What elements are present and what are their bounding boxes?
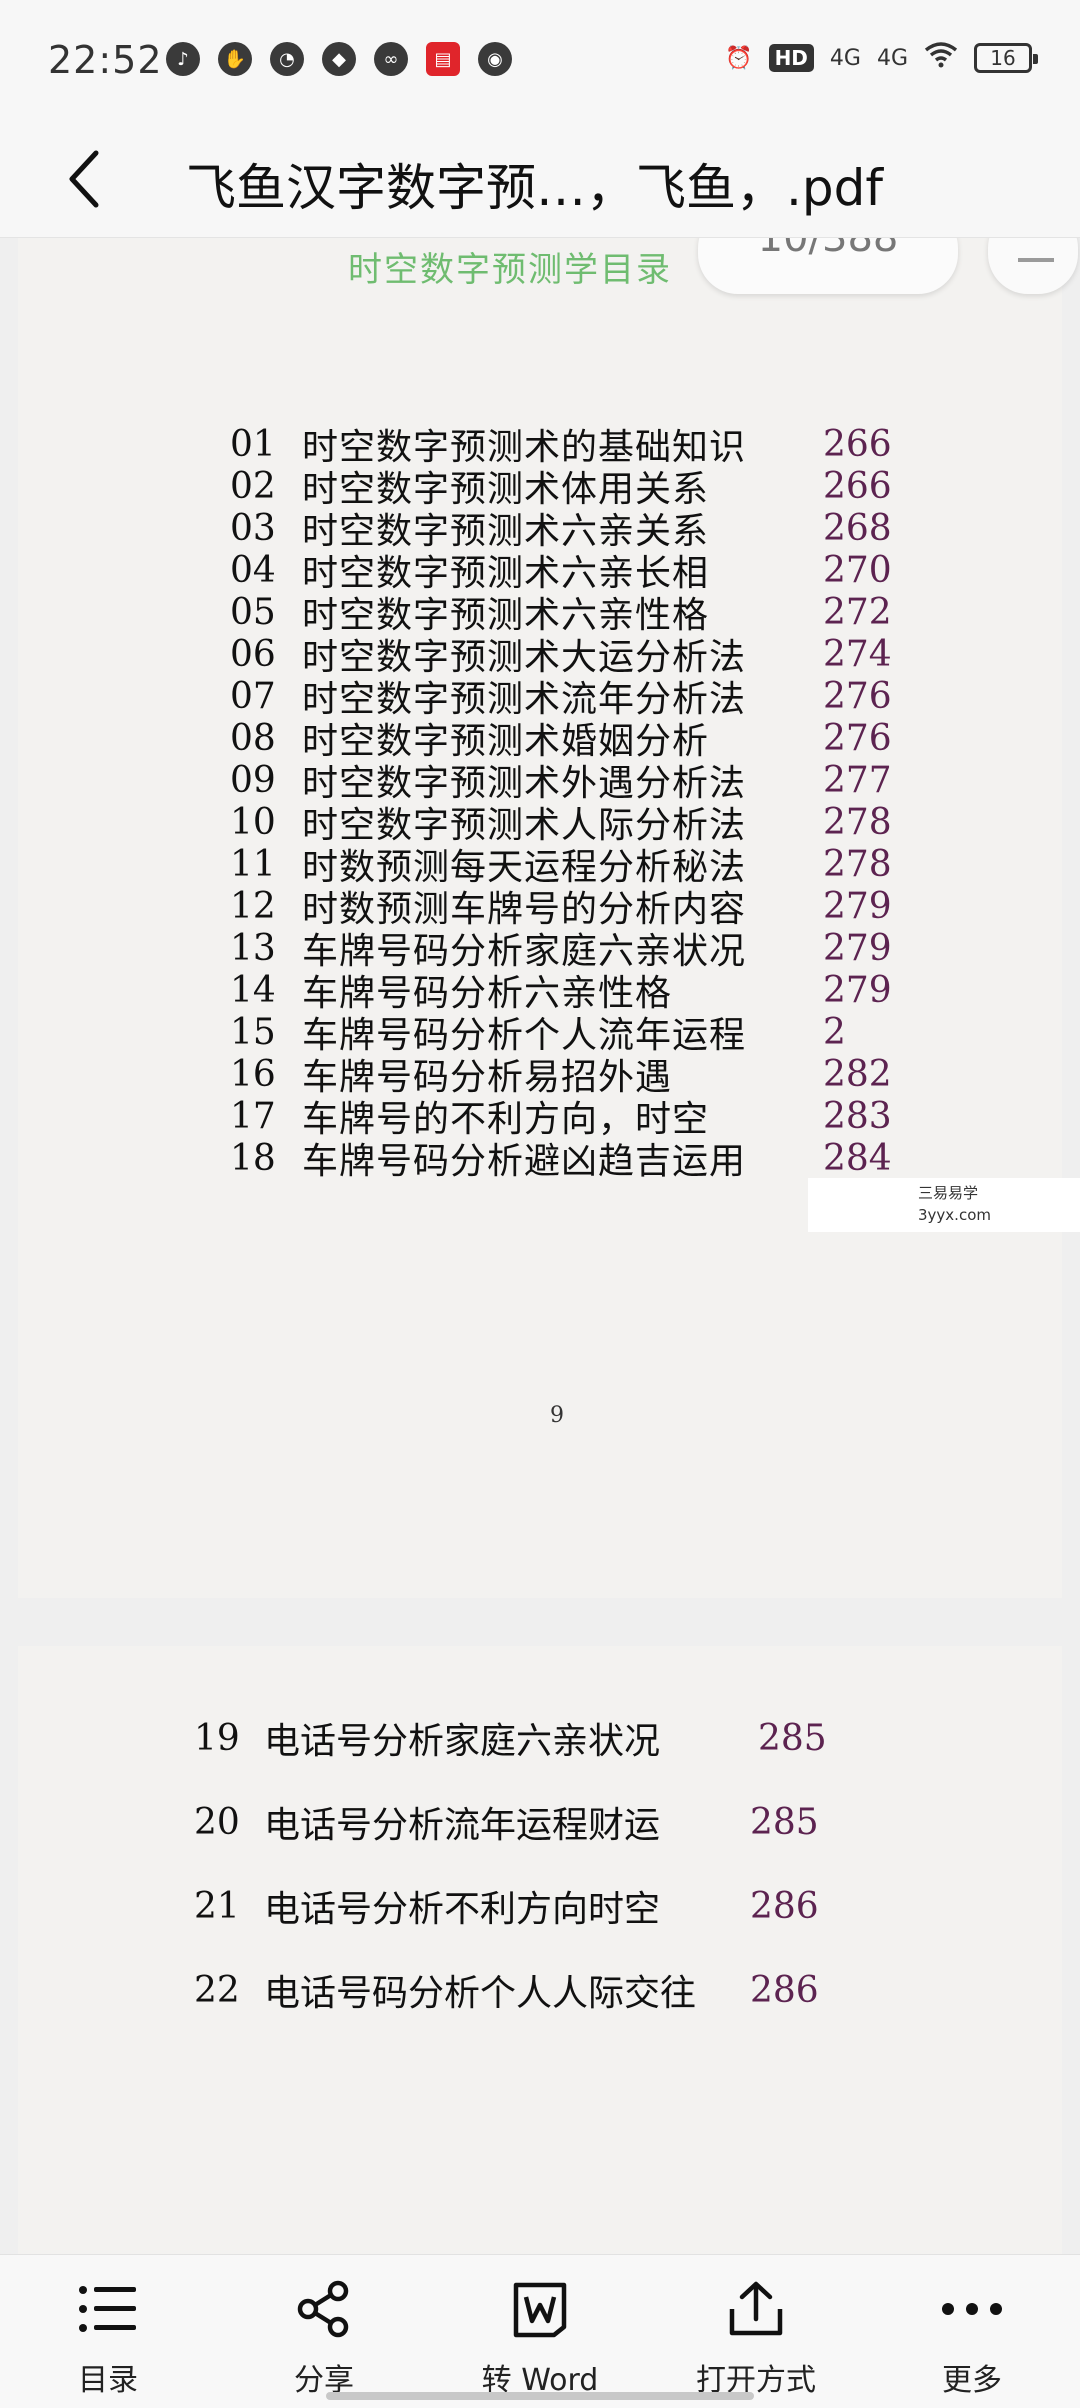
toc-entry-number: 18 — [230, 1137, 276, 1179]
pdf-viewer[interactable]: 时空数字预测学目录 10/388 01 时空数字预测术的基础知识 266 02 时空数字… — [0, 238, 1080, 2254]
minimize-button[interactable] — [988, 238, 1078, 294]
toc-label: 目录 — [78, 2363, 138, 2398]
toc-entry-page: 274 — [823, 633, 892, 675]
toc-button[interactable]: 目录 — [8, 2255, 208, 2408]
toc-entry-page: 286 — [750, 1969, 819, 2011]
toc-entry-page: 286 — [750, 1885, 819, 1927]
open-with-button[interactable]: 打开方式 — [656, 2255, 856, 2408]
toc-entry-page: 268 — [823, 507, 892, 549]
toc-entry-page: 278 — [823, 801, 892, 843]
back-button[interactable] — [54, 146, 114, 212]
system-icons: ⏰ HD 4G 4G 16 — [725, 42, 1038, 74]
toc-entry-number: 19 — [194, 1717, 240, 1759]
chevron-left-icon — [69, 150, 99, 208]
watermark-line1: 三易易学 — [918, 1184, 979, 1202]
toc-entry[interactable]: 21 电话号分析不利方向时空 286 — [194, 1880, 819, 1932]
page-indicator[interactable]: 10/388 — [698, 238, 958, 294]
toc-entry-page: 276 — [823, 675, 892, 717]
toc-entry-page: 266 — [823, 423, 892, 465]
page-number: 9 — [550, 1403, 564, 1428]
toc-entry-title: 电话号码分析个人人际交往 — [264, 1973, 697, 2014]
toc-entry-number: 21 — [194, 1885, 240, 1927]
list-icon — [76, 2277, 140, 2341]
more-button[interactable]: 更多 — [872, 2255, 1072, 2408]
hd-icon: HD — [768, 44, 814, 72]
more-label: 更多 — [942, 2363, 1002, 2398]
toc-entry-page: 278 — [823, 843, 892, 885]
toc-entry-page: 276 — [823, 717, 892, 759]
toc-entry-page: 279 — [823, 969, 892, 1011]
app-header: 飞鱼汉字数字预…，飞鱼，.pdf — [0, 120, 1080, 238]
toc-entry[interactable]: 20 电话号分析流年运程财运 285 — [194, 1796, 819, 1848]
pdf-page-2: 19 电话号分析家庭六亲状况 285 20 电话号分析流年运程财运 285 21 电话号分析不… — [18, 1646, 1062, 2254]
link-icon: ∞ — [374, 42, 408, 76]
toc-entry-page: 279 — [823, 885, 892, 927]
toc-entry-page: 285 — [758, 1717, 827, 1759]
pdf-page: 时空数字预测学目录 10/388 01 时空数字预测术的基础知识 266 02 时空数字… — [18, 238, 1078, 1598]
toc-entry-page: 283 — [823, 1095, 892, 1137]
watermark-line2: 3yyx.com — [918, 1206, 991, 1224]
toc-entry-page: 2 — [823, 1011, 846, 1053]
toc-entry[interactable]: 22 电话号码分析个人人际交往 286 — [194, 1964, 819, 2016]
convert-word-button[interactable]: 转 Word — [440, 2255, 640, 2408]
wifi-icon — [924, 42, 958, 74]
upload-icon — [724, 2277, 788, 2341]
music-icon: ♪ — [166, 42, 200, 76]
toc-entry-number: 22 — [194, 1969, 240, 2011]
document-title: 飞鱼汉字数字预…，飞鱼，.pdf — [186, 159, 883, 217]
share-icon — [292, 2277, 356, 2341]
toc-entry-title: 电话号分析家庭六亲状况 — [264, 1721, 661, 1762]
toc-entry[interactable]: 18 车牌号码分析避凶趋吉运用 284 — [230, 1130, 892, 1186]
alarm-icon: ⏰ — [725, 45, 753, 71]
toc-entry-number: 20 — [194, 1801, 240, 1843]
toc-entry-page: 266 — [823, 465, 892, 507]
toc-heading: 时空数字预测学目录 — [348, 250, 672, 290]
home-indicator[interactable] — [326, 2392, 754, 2400]
status-bar: 22:52 ♪ ✋ ◔ ◆ ∞ ▤ ◉ ⏰ HD 4G 4G 16 — [0, 0, 1080, 120]
toc-entry-page: 285 — [750, 1801, 819, 1843]
toc-entry-page: 284 — [823, 1137, 892, 1179]
bottom-toolbar: 目录 分享 转 Word 打开方式 更多 — [0, 2254, 1080, 2408]
battery-icon: 16 — [974, 43, 1038, 73]
notification-icons: ♪ ✋ ◔ ◆ ∞ ▤ ◉ — [166, 42, 512, 76]
toc-entry-title: 电话号分析不利方向时空 — [264, 1889, 661, 1930]
toc-entry-page: 277 — [823, 759, 892, 801]
wechat-icon: ◔ — [270, 42, 304, 76]
toc-entry-page: 279 — [823, 927, 892, 969]
status-time: 22:52 — [48, 38, 163, 82]
hand-icon: ✋ — [218, 42, 252, 76]
red-app-icon: ▤ — [426, 42, 460, 76]
toc-entry[interactable]: 19 电话号分析家庭六亲状况 285 — [194, 1712, 827, 1764]
camera-icon: ◉ — [478, 42, 512, 76]
toc-entry-page: 282 — [823, 1053, 892, 1095]
signal-4g-icon: 4G — [829, 45, 861, 71]
toc-entry-page: 272 — [823, 591, 892, 633]
more-icon — [940, 2277, 1004, 2341]
watermark: 三易易学 3yyx.com — [808, 1178, 1080, 1232]
toc-entry-title: 车牌号码分析避凶趋吉运用 — [302, 1141, 747, 1182]
toc-entry-title: 电话号分析流年运程财运 — [264, 1805, 661, 1846]
word-icon — [508, 2277, 572, 2341]
app-icon: ◆ — [322, 42, 356, 76]
share-button[interactable]: 分享 — [224, 2255, 424, 2408]
signal-4g-icon-2: 4G — [876, 45, 908, 71]
toc-entry-page: 270 — [823, 549, 892, 591]
